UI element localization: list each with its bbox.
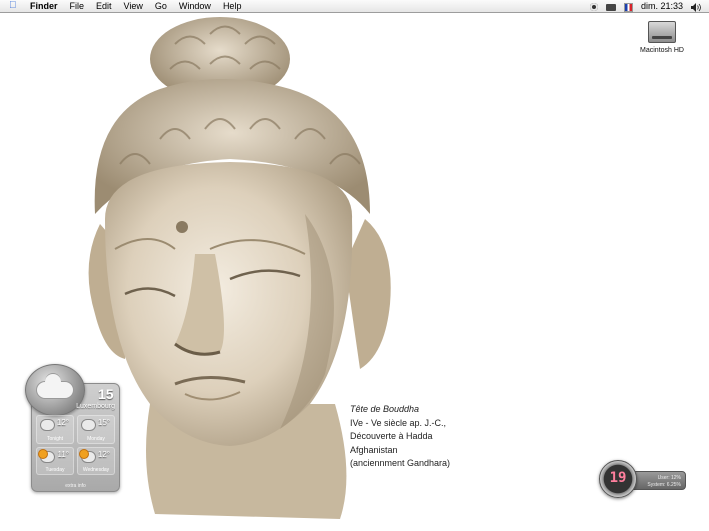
menu-list: Finder File Edit View Go Window Help	[30, 0, 253, 12]
gear-icon[interactable]	[589, 3, 598, 11]
cpu-user: User: 12%	[657, 475, 681, 481]
sun-cloud-icon	[38, 448, 55, 463]
forecast-temp: 12°	[56, 418, 69, 427]
forecast-day: Monday	[87, 435, 105, 442]
forecast-day: Tuesday	[45, 467, 65, 473]
desktop-icon-macintosh-hd[interactable]: Macintosh HD	[636, 21, 688, 54]
menu-go[interactable]: Go	[155, 0, 167, 12]
forecast-day: Wednesday	[82, 467, 110, 473]
weather-widget[interactable]: 15 Luxembourg 12° Tonight 15° Monday 11°…	[25, 364, 120, 492]
menu-edit[interactable]: Edit	[96, 0, 112, 12]
volume-icon[interactable]	[691, 2, 701, 12]
menu-file[interactable]: File	[70, 0, 85, 12]
image-caption: Tête de Bouddha IVe - Ve siècle ap. J.-C…	[350, 403, 450, 471]
cloud-icon	[81, 419, 96, 431]
forecast-cell: 12° Wednesday	[77, 446, 115, 475]
menu-clock[interactable]: dim. 21:33	[641, 0, 683, 12]
weather-city: Luxembourg	[76, 403, 115, 410]
current-temperature: 15	[98, 386, 114, 402]
menu-help[interactable]: Help	[223, 0, 242, 12]
menu-bar:  Finder File Edit View Go Window Help d…	[0, 0, 709, 13]
forecast-cell: 15° Monday	[77, 415, 115, 444]
caption-line: IVe - Ve siècle ap. J.-C.,	[350, 417, 447, 428]
menu-view[interactable]: View	[124, 0, 143, 12]
forecast-temp: 11°	[57, 449, 69, 459]
menu-window[interactable]: Window	[179, 0, 211, 12]
cpu-dial: 19	[599, 460, 637, 498]
cpu-widget[interactable]: User: 12% System: 6.25% 19	[599, 460, 689, 500]
cpu-stats-panel: User: 12% System: 6.25%	[629, 471, 686, 490]
forecast-temp: 15°	[97, 418, 110, 427]
cpu-value: 19	[609, 470, 627, 486]
menu-extras: dim. 21:33	[582, 0, 701, 12]
menu-finder[interactable]: Finder	[30, 0, 58, 12]
flag-icon[interactable]	[623, 2, 633, 12]
cpu-system: System: 6.25%	[647, 482, 681, 488]
sun-cloud-icon	[79, 448, 96, 463]
screen-icon[interactable]	[605, 3, 616, 11]
hard-drive-icon	[648, 21, 676, 43]
forecast-cell: 12° Tonight	[36, 415, 74, 444]
caption-line: (anciennment Gandhara)	[350, 458, 451, 468]
forecast-day: Tonight	[46, 435, 64, 442]
apple-icon[interactable]: 	[9, 0, 17, 12]
desktop-icon-label: Macintosh HD	[640, 47, 684, 54]
forecast-temp: 12°	[97, 449, 110, 459]
weather-footer[interactable]: extra info	[32, 483, 119, 489]
caption-title: Tête de Bouddha	[350, 404, 420, 414]
caption-line: Découverte à Hadda	[350, 431, 433, 441]
cloud-icon	[40, 419, 55, 431]
caption-line: Afghanistan	[350, 444, 398, 455]
forecast-cell: 11° Tuesday	[36, 446, 74, 475]
forecast-grid: 12° Tonight 15° Monday 11° Tuesday 12° W…	[36, 415, 115, 475]
